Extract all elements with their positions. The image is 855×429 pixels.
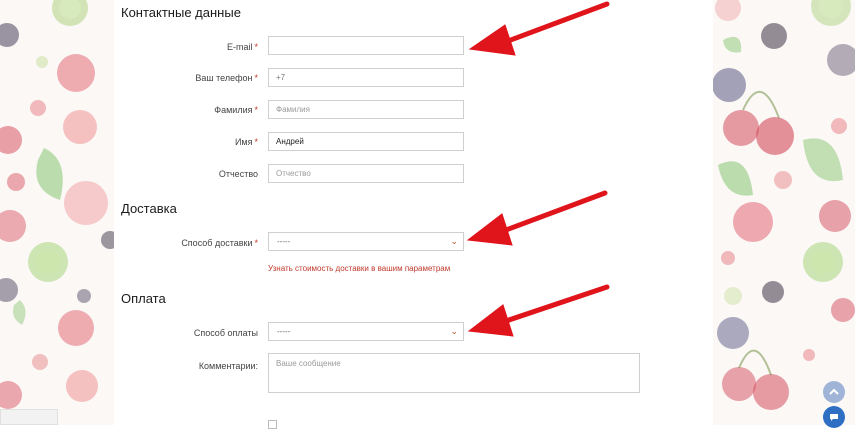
arrow-to-email-icon <box>468 1 610 56</box>
chevron-up-icon <box>829 388 839 395</box>
arrow-to-payment-icon <box>467 284 610 337</box>
annotation-arrows <box>466 1 610 337</box>
chat-icon <box>830 414 838 421</box>
scroll-up-button[interactable] <box>823 381 845 403</box>
arrow-to-delivery-icon <box>466 190 608 246</box>
